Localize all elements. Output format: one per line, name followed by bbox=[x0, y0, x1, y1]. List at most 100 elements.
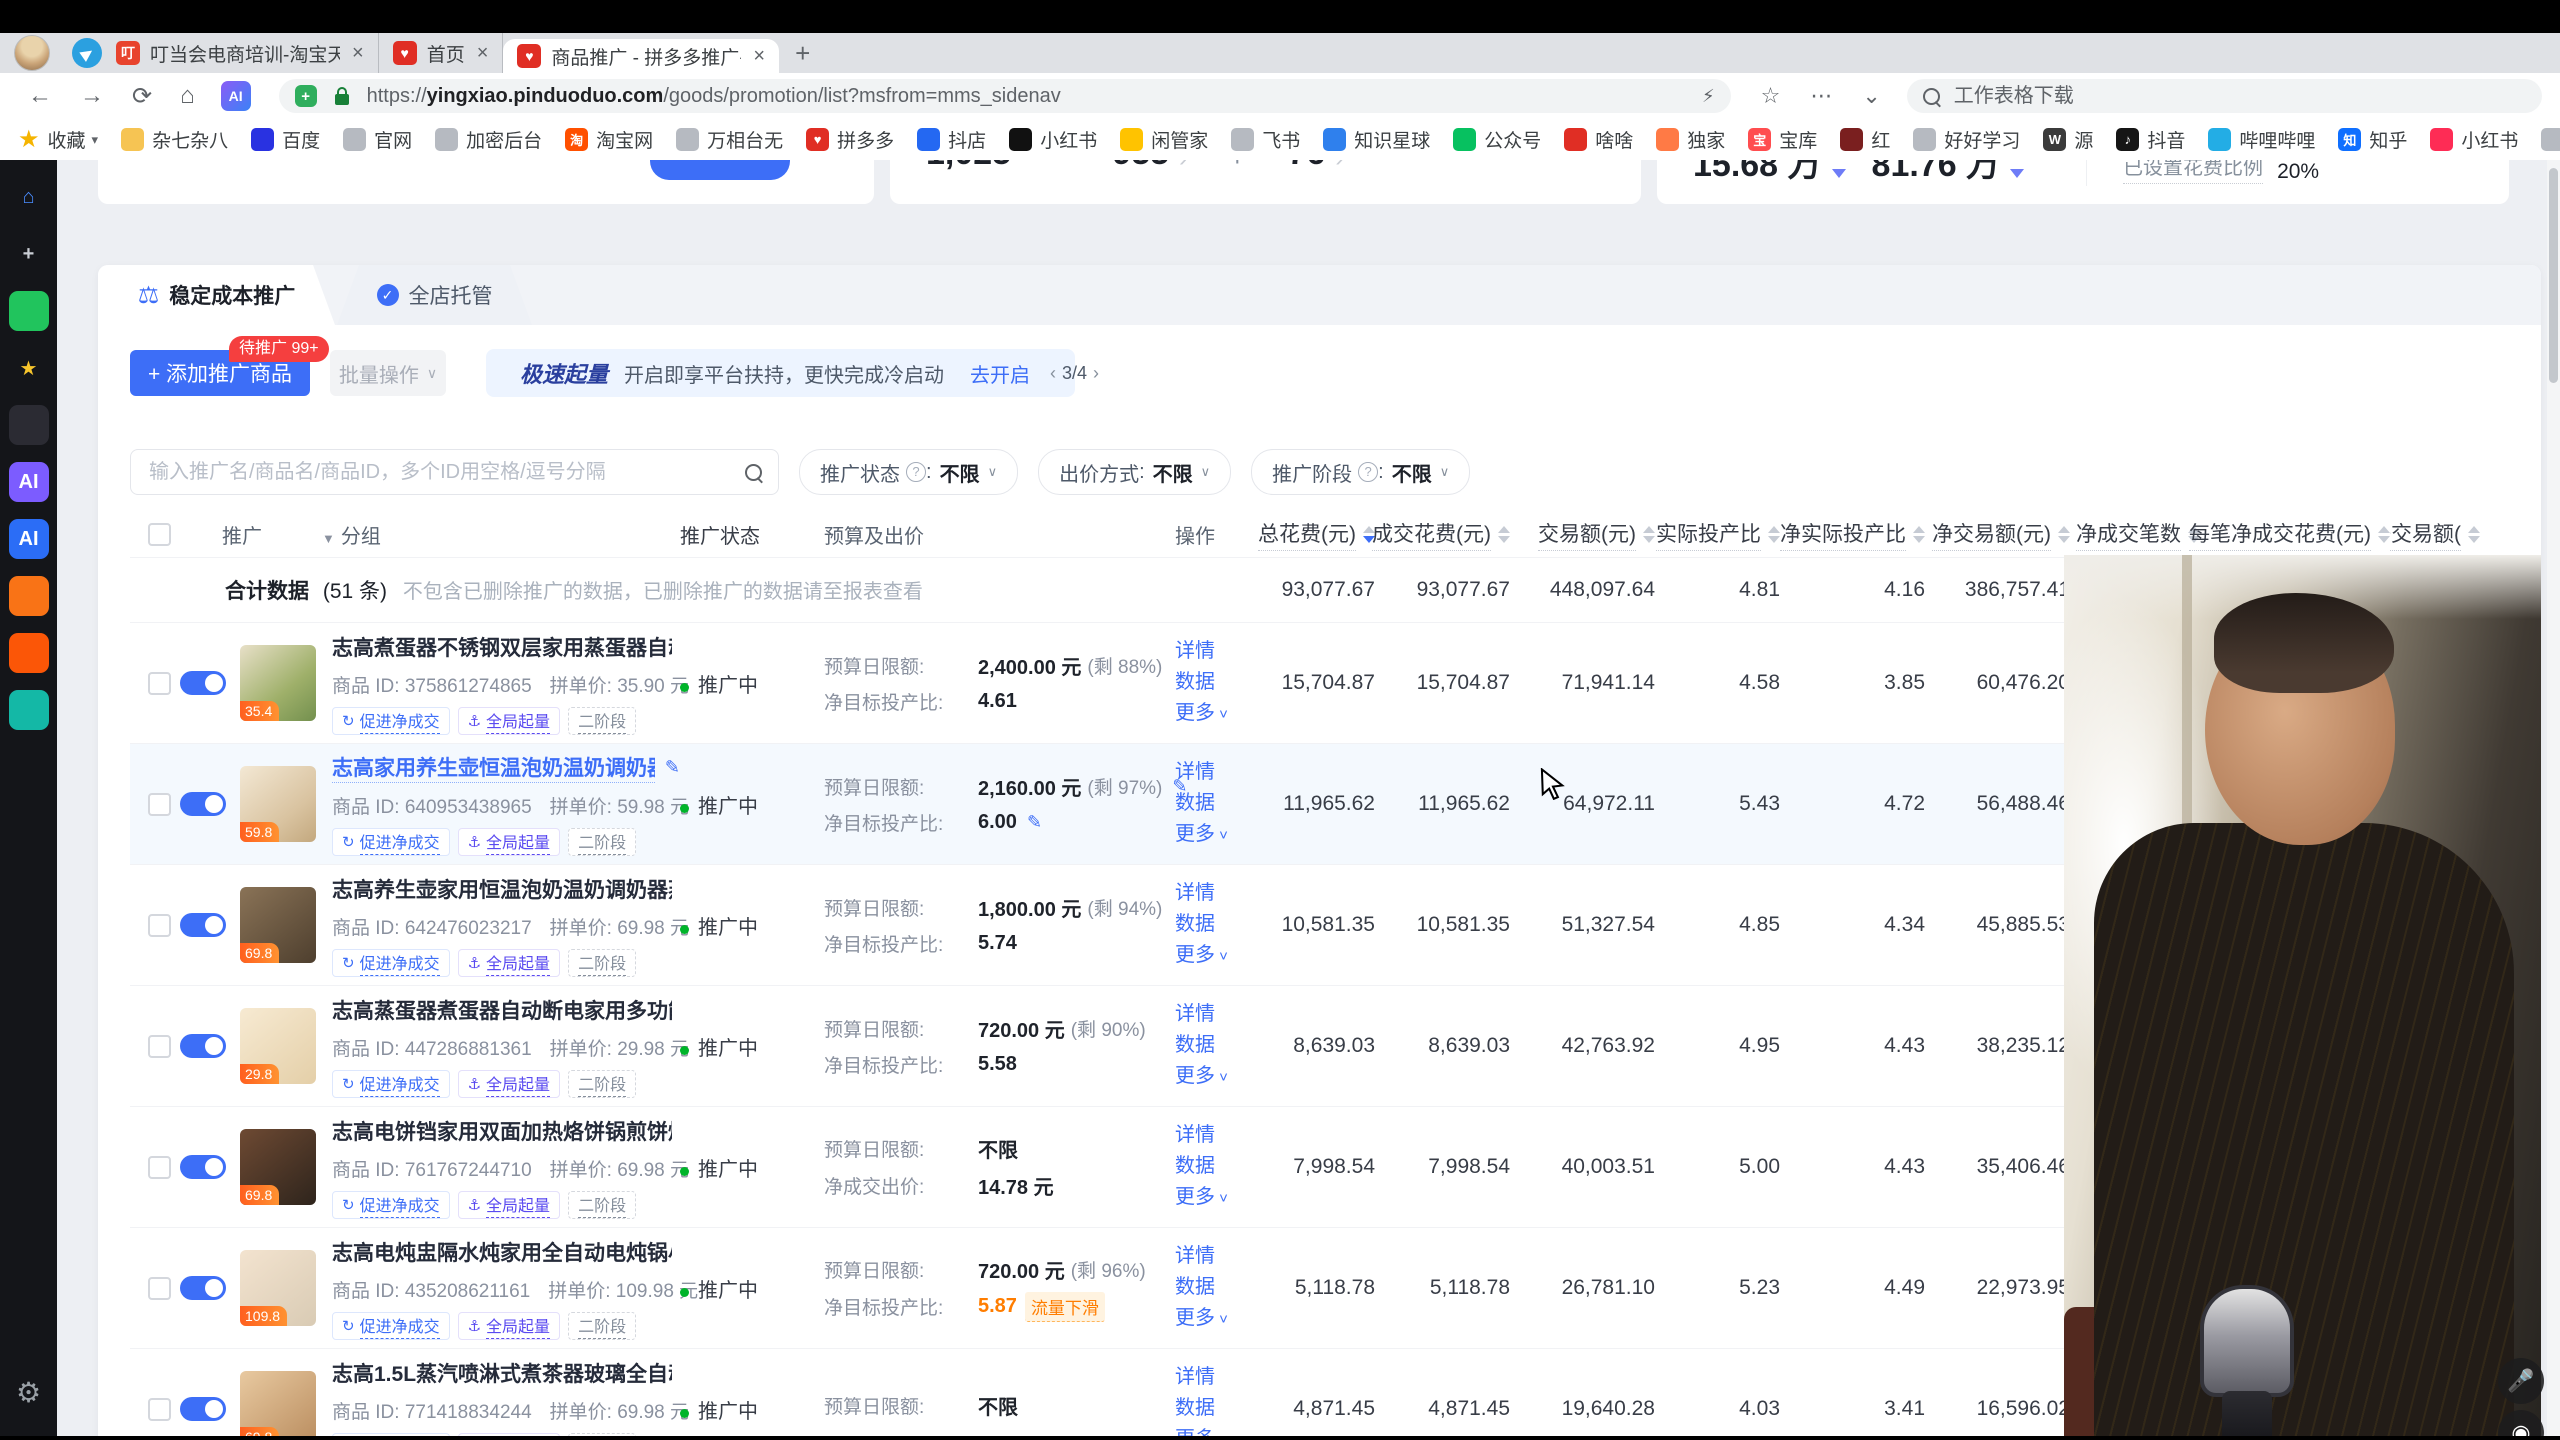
bookmark-item[interactable]: 哔哩哔哩 bbox=[2208, 126, 2315, 153]
op-more[interactable]: 更多 bbox=[1175, 1062, 1250, 1092]
green-app-icon[interactable] bbox=[9, 291, 49, 331]
ai-purple-icon[interactable]: AI bbox=[9, 462, 49, 502]
header-metric[interactable]: 成交花费(元) bbox=[1375, 518, 1510, 551]
op-detail[interactable]: 详情 bbox=[1175, 637, 1250, 666]
op-data[interactable]: 数据 bbox=[1175, 668, 1250, 697]
bookmark-item[interactable]: 拼多多 bbox=[2541, 126, 2560, 153]
op-data[interactable]: 数据 bbox=[1175, 910, 1250, 939]
promotion-toggle[interactable] bbox=[180, 671, 226, 695]
bookmark-item[interactable]: ★收藏▾ bbox=[18, 125, 98, 154]
table-search-input[interactable] bbox=[147, 460, 745, 485]
product-tag[interactable]: ↻促进净成交 bbox=[332, 949, 450, 977]
op-data[interactable]: 数据 bbox=[1175, 1273, 1250, 1302]
scrollbar-thumb[interactable] bbox=[2549, 168, 2558, 383]
bookmark-item[interactable]: 飞书 bbox=[1231, 126, 1300, 153]
banner-open-link[interactable]: 去开启 bbox=[970, 359, 1030, 388]
filter-bid-method[interactable]: 出价方式: 不限∨ bbox=[1038, 449, 1231, 495]
bookmark-item[interactable]: 淘淘宝网 bbox=[565, 126, 653, 153]
product-tag[interactable]: ⚓全局起量 bbox=[458, 1070, 560, 1098]
bookmark-item[interactable]: 好好学习 bbox=[1913, 126, 2020, 153]
product-tag[interactable]: ↻促进净成交 bbox=[332, 828, 450, 856]
rainbow-app-icon[interactable] bbox=[9, 576, 49, 616]
tab-stable-cost-promotion[interactable]: ⚖ 稳定成本推广 bbox=[98, 265, 335, 325]
product-tag[interactable]: ↻促进净成交 bbox=[332, 707, 450, 735]
op-detail[interactable]: 详情 bbox=[1175, 1363, 1250, 1392]
forward-icon[interactable]: → bbox=[80, 82, 104, 110]
lightning-extension-icon[interactable]: ⚡ bbox=[1702, 86, 1715, 107]
bookmark-item[interactable]: 知识星球 bbox=[1323, 126, 1430, 153]
bookmark-item[interactable]: 啥啥 bbox=[1564, 126, 1633, 153]
bookmark-item[interactable]: 官网 bbox=[343, 126, 412, 153]
new-tab-button[interactable]: + bbox=[795, 38, 810, 69]
promotion-toggle[interactable] bbox=[180, 1034, 226, 1058]
tab-whole-store-hosting[interactable]: ✓ 全店托管 bbox=[337, 265, 532, 325]
batch-operation-button[interactable]: 批量操作∨ bbox=[330, 350, 446, 396]
op-more[interactable]: 更多 bbox=[1175, 941, 1250, 971]
flame-app-icon[interactable] bbox=[9, 633, 49, 673]
ai-extension-icon[interactable]: AI bbox=[221, 81, 251, 111]
stat-value[interactable]: 955 bbox=[1112, 160, 1169, 173]
op-data[interactable]: 数据 bbox=[1175, 1152, 1250, 1181]
product-tag[interactable]: 二阶段 bbox=[568, 707, 636, 735]
address-bar[interactable]: + https://yingxiao.pinduoduo.com/goods/p… bbox=[279, 79, 1731, 113]
bookmark-item[interactable]: 宝宝库 bbox=[1748, 126, 1817, 153]
home-icon[interactable]: ⌂ bbox=[9, 177, 49, 217]
chevron-down-icon[interactable]: ⌄ bbox=[1862, 83, 1880, 109]
filter-promotion-stage[interactable]: 推广阶段: 不限∨ bbox=[1251, 449, 1470, 495]
telegram-icon[interactable]: ▶ bbox=[72, 38, 102, 68]
promotion-toggle[interactable] bbox=[180, 1155, 226, 1179]
op-more[interactable]: 更多 bbox=[1175, 699, 1250, 729]
bookmark-item[interactable]: 独家 bbox=[1656, 126, 1725, 153]
home-icon[interactable]: ⌂ bbox=[180, 82, 195, 110]
toolbar-search-input[interactable] bbox=[1952, 84, 2526, 109]
add-icon[interactable]: + bbox=[9, 234, 49, 274]
bookmark-item[interactable]: ♪抖音 bbox=[2116, 126, 2185, 153]
bookmark-item[interactable]: 抖店 bbox=[917, 126, 986, 153]
op-detail[interactable]: 详情 bbox=[1175, 879, 1250, 908]
promotion-toggle[interactable] bbox=[180, 913, 226, 937]
star-app-icon[interactable]: ★ bbox=[9, 348, 49, 388]
row-checkbox[interactable] bbox=[148, 1156, 171, 1179]
browser-profile-avatar[interactable] bbox=[14, 35, 50, 71]
op-detail[interactable]: 详情 bbox=[1175, 758, 1250, 787]
product-title[interactable]: 志高煮蛋器不锈钢双层家用蒸蛋器自动断电蒸... bbox=[332, 632, 672, 662]
promotion-toggle[interactable] bbox=[180, 1397, 226, 1421]
op-data[interactable]: 数据 bbox=[1175, 1394, 1250, 1423]
bookmark-item[interactable]: 加密后台 bbox=[435, 126, 542, 153]
header-metric[interactable]: 净成交笔数 bbox=[2070, 518, 2200, 551]
toolbar-search[interactable] bbox=[1907, 79, 2542, 113]
product-tag[interactable]: 二阶段 bbox=[568, 1070, 636, 1098]
header-metric[interactable]: 交易额(元) bbox=[1510, 518, 1655, 551]
banner-prev-icon[interactable]: ‹ bbox=[1050, 363, 1056, 383]
product-tag[interactable]: 二阶段 bbox=[568, 949, 636, 977]
table-search[interactable] bbox=[130, 449, 779, 495]
bookmark-item[interactable]: W源 bbox=[2043, 126, 2093, 153]
back-icon[interactable]: ← bbox=[28, 82, 52, 110]
mic-control-button[interactable]: 🎤 bbox=[2498, 1358, 2544, 1404]
header-metric[interactable]: 实际投产比 bbox=[1655, 518, 1780, 551]
op-data[interactable]: 数据 bbox=[1175, 789, 1250, 818]
dark-app-icon[interactable] bbox=[9, 405, 49, 445]
bookmark-item[interactable]: 百度 bbox=[251, 126, 320, 153]
header-metric[interactable]: 净交易额(元) bbox=[1925, 518, 2070, 551]
product-tag[interactable]: ⚓全局起量 bbox=[458, 707, 560, 735]
product-title[interactable]: 志高电炖盅隔水炖家用全自动电炖锅小型陶瓷... bbox=[332, 1237, 672, 1267]
op-detail[interactable]: 详情 bbox=[1175, 1242, 1250, 1271]
product-tag[interactable]: 二阶段 bbox=[568, 828, 636, 856]
stat-value[interactable]: 76 bbox=[1288, 160, 1326, 173]
browser-tab-active[interactable]: ♥ 商品推广 - 拼多多推广平台 × bbox=[503, 39, 779, 73]
op-more[interactable]: 更多 bbox=[1175, 1304, 1250, 1334]
page-scrollbar[interactable] bbox=[2547, 160, 2560, 1437]
row-checkbox[interactable] bbox=[148, 672, 171, 695]
product-tag[interactable]: ⚓全局起量 bbox=[458, 828, 560, 856]
product-tag[interactable]: 二阶段 bbox=[568, 1312, 636, 1340]
header-metric[interactable]: 净交易额( bbox=[2390, 518, 2480, 551]
product-tag[interactable]: ⚓全局起量 bbox=[458, 949, 560, 977]
product-tag[interactable]: ↻促进净成交 bbox=[332, 1191, 450, 1219]
ai-blue-icon[interactable]: AI bbox=[9, 519, 49, 559]
product-title[interactable]: 志高养生壶家用恒温泡奶温奶调奶器蒸汽喷淋... bbox=[332, 874, 672, 904]
header-metric[interactable]: 每笔净成交花费(元) bbox=[2200, 518, 2390, 551]
product-title[interactable]: 志高电饼铛家用双面加热烙饼锅煎饼烤肉加深... bbox=[332, 1116, 672, 1146]
bookmark-item[interactable]: 闲管家 bbox=[1120, 126, 1208, 153]
product-tag[interactable]: ↻促进净成交 bbox=[332, 1312, 450, 1340]
